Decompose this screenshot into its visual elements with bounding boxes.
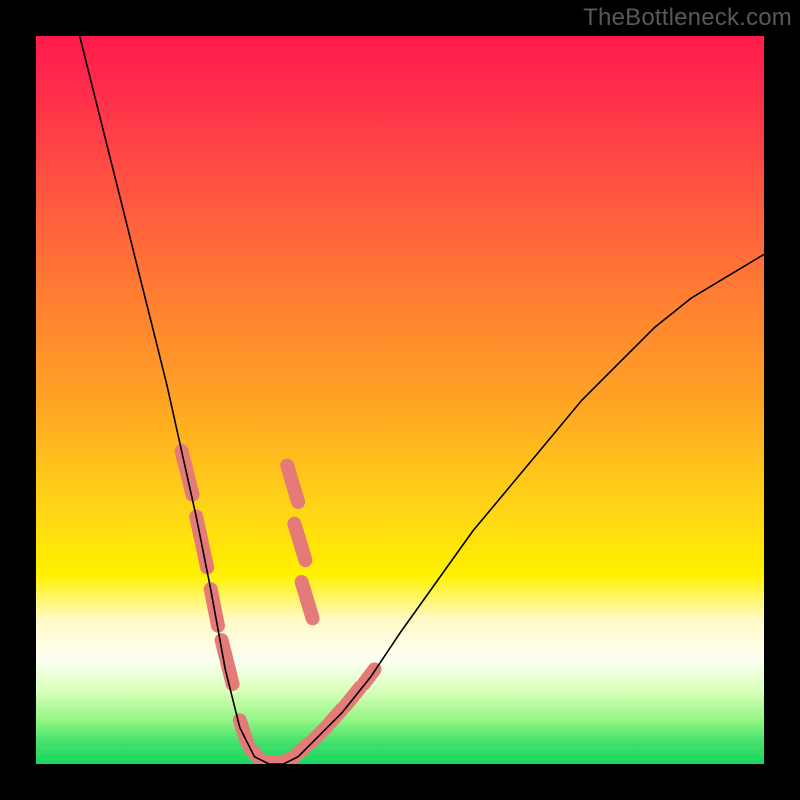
highlight-dash xyxy=(313,726,328,741)
highlight-dash xyxy=(287,466,298,502)
chart-stage: TheBottleneck.com xyxy=(0,0,800,800)
highlight-dash xyxy=(345,688,360,706)
chart-svg xyxy=(36,36,764,764)
highlight-dash xyxy=(294,524,305,560)
highlight-dashes xyxy=(182,451,375,763)
highlight-dash xyxy=(302,582,313,618)
bottleneck-curve xyxy=(80,36,764,764)
plot-area xyxy=(36,36,764,764)
highlight-dash xyxy=(364,669,375,684)
watermark-text: TheBottleneck.com xyxy=(583,4,792,32)
